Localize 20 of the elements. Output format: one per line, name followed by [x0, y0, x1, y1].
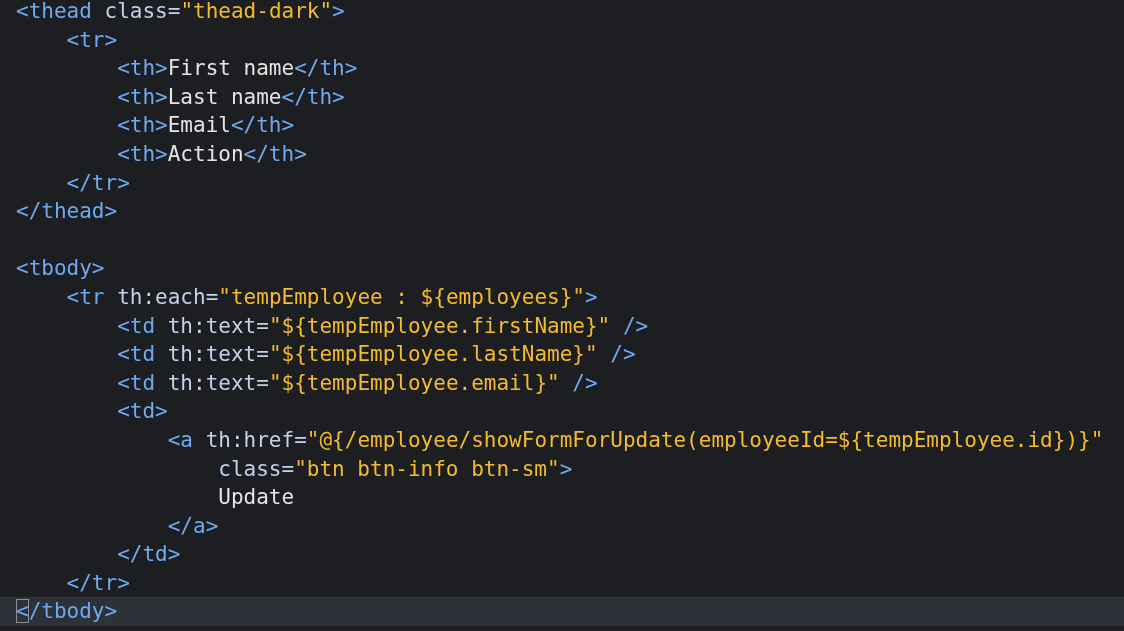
code-line: <td th:text="${tempEmployee.email}" /> — [116, 369, 599, 397]
code-line: <th>Action</th> — [116, 140, 308, 168]
code-line: <td th:text="${tempEmployee.firstName}" /> — [116, 312, 650, 340]
code-line: <thead class="thead-dark"> — [15, 0, 346, 25]
code-line: <td th:text="${tempEmployee.lastName}" /> — [116, 341, 637, 369]
code-line: <td> — [116, 398, 169, 426]
code-line: </a> — [166, 512, 220, 540]
code-line: <tr> — [65, 26, 119, 54]
code-line: <th>Last name</th> — [116, 83, 346, 111]
code-line: <tbody> — [15, 255, 106, 283]
code-line: class="btn btn-info btn-sm"> — [217, 455, 574, 483]
code-line: </tr> — [65, 569, 131, 597]
code-line: </tr> — [65, 169, 131, 197]
code-line: <a th:href="@{/employee/showFormForUpdate(employeeId=${tempEmployee.id})}" — [166, 426, 1105, 454]
code-line: <th>First name</th> — [116, 55, 359, 83]
code-line: <th>Email</th> — [116, 112, 296, 140]
code-line: <tr th:each="tempEmployee : ${employees}"> — [65, 283, 599, 311]
code-line: </thead> — [15, 198, 119, 226]
code-line: Update — [217, 484, 296, 512]
code-line: </td> — [116, 541, 182, 569]
